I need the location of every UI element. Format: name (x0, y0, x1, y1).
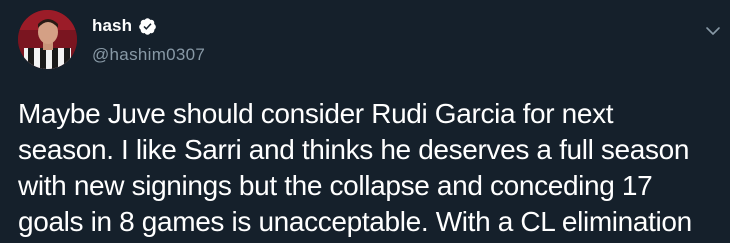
avatar-photo (18, 10, 77, 69)
user-handle[interactable]: @hashim0307 (92, 45, 205, 65)
avatar[interactable] (18, 10, 77, 69)
name-row: hash (92, 14, 205, 38)
tweet-header: hash @hashim0307 (92, 14, 205, 70)
tweet-text: Maybe Juve should consider Rudi Garcia f… (18, 98, 692, 237)
chevron-down-icon[interactable] (704, 22, 722, 40)
tweet-card: hash @hashim0307 Maybe Juve should consi… (0, 0, 730, 243)
verified-badge-icon (138, 17, 157, 36)
display-name[interactable]: hash (92, 16, 132, 36)
